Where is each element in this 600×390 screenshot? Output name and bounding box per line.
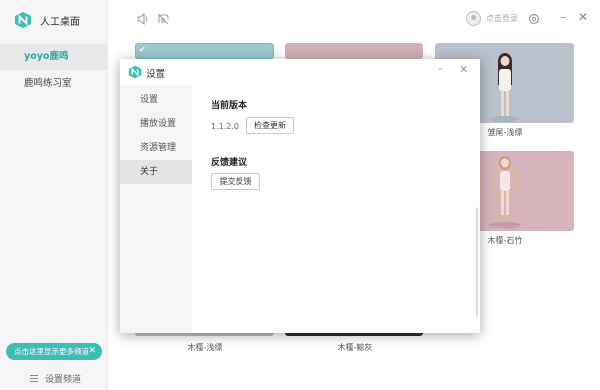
feedback-section-title: 反馈建议 [211,158,248,168]
more-channels-tip-text: 点击这里显示更多频道 [14,347,89,356]
wallpaper-card[interactable] [285,43,423,59]
scrollbar[interactable] [476,207,478,317]
app-logo-icon [128,65,142,79]
submit-feedback-label: 提交反馈 [219,177,252,186]
version-number: 1.1.2.0 [211,122,239,131]
avatar-icon [466,11,481,26]
card-caption: 木槿-鲸灰 [337,343,373,352]
dialog-nav-about[interactable]: 关于 [120,160,192,184]
dialog-minimize-button[interactable]: – [438,62,444,75]
app-name: 人工桌面 [40,16,80,28]
sidebar-item-practice-room[interactable]: 鹿鸣练习室 [0,71,108,97]
card-caption: 木槿-浅缥 [187,343,223,352]
check-update-button[interactable]: 检查更新 [246,117,294,134]
channel-settings-label: 设置频道 [45,375,82,385]
wallpaper-card[interactable]: ✔ [135,43,274,59]
app-logo-icon [15,12,31,28]
dialog-title: 设置 [146,69,166,80]
close-button[interactable]: ✕ [576,10,590,24]
dialog-nav-resources[interactable]: 资源管理 [120,136,192,160]
dialog-sidebar: 设置 播放设置 资源管理 关于 [120,85,192,333]
submit-feedback-button[interactable]: 提交反馈 [211,173,260,190]
sidebar: 人工桌面 yoyo鹿鸣 鹿鸣练习室 点击这里显示更多频道 ✕ 设置频道 [0,0,108,390]
dialog-close-button[interactable]: ✕ [459,63,468,76]
sidebar-item-label: yoyo鹿鸣 [24,51,69,62]
check-icon: ✔ [139,45,146,54]
dialog-nav-playback[interactable]: 播放设置 [120,112,192,136]
channel-settings-button[interactable]: 设置频道 [30,372,81,385]
dialog-nav-settings[interactable]: 设置 [120,88,192,112]
close-icon[interactable]: ✕ [88,343,96,360]
volume-icon[interactable] [136,12,150,26]
sidebar-item-label: 鹿鸣练习室 [24,78,72,89]
login-button[interactable]: 点击登录 [466,11,518,26]
dialog-nav-label: 关于 [140,167,159,177]
gear-icon[interactable] [527,12,541,26]
more-channels-tip[interactable]: 点击这里显示更多频道 ✕ [6,343,102,360]
version-section-title: 当前版本 [211,101,248,111]
dialog-nav-label: 资源管理 [140,143,177,153]
sidebar-item-yoyo[interactable]: yoyo鹿鸣 [0,44,108,70]
dialog-nav-label: 播放设置 [140,119,177,129]
dialog-nav-label: 设置 [140,95,159,105]
settings-dialog: 设置 – ✕ 设置 播放设置 资源管理 关于 当前版本 1.1.2.0 检查更新… [120,59,480,333]
interaction-off-icon[interactable] [156,12,170,26]
minimize-button[interactable]: – [556,10,570,24]
login-label: 点击登录 [486,14,518,23]
check-update-label: 检查更新 [254,121,286,130]
app-logo-row: 人工桌面 [14,11,80,29]
menu-icon [30,375,38,382]
